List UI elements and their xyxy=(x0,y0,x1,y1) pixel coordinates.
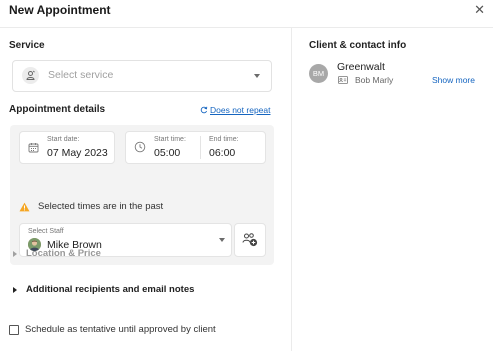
chevron-down-icon xyxy=(254,74,260,78)
start-time-field[interactable]: Start time: 05:00 xyxy=(126,132,200,163)
end-time-label: End time: xyxy=(209,136,239,143)
chevron-down-icon xyxy=(219,238,225,242)
client-contact: Bob Marly xyxy=(338,75,393,85)
appointment-details-panel: Start date: 07 May 2023 Start time: 05:0… xyxy=(10,125,274,265)
client-name[interactable]: Greenwalt xyxy=(337,61,385,73)
client-avatar: BM xyxy=(309,64,328,83)
close-icon[interactable]: ✕ xyxy=(474,3,485,17)
repeat-link[interactable]: Does not repeat xyxy=(200,105,270,115)
start-date-label: Start date: xyxy=(47,136,80,143)
start-date-value: 07 May 2023 xyxy=(47,147,108,159)
show-more-link[interactable]: Show more xyxy=(432,75,475,85)
warning-icon xyxy=(19,202,30,211)
chevron-right-icon xyxy=(13,286,17,293)
end-time-value: 06:00 xyxy=(209,147,236,159)
right-column: Client & contact info BM Greenwalt Bob M… xyxy=(292,28,493,351)
calendar-icon xyxy=(28,143,39,153)
tentative-checkbox[interactable] xyxy=(9,324,19,335)
recipients-label: Additional recipients and email notes xyxy=(26,284,195,295)
add-group-icon xyxy=(242,233,258,247)
start-date-field[interactable]: Start date: 07 May 2023 xyxy=(19,131,115,164)
repeat-link-label: Does not repeat xyxy=(210,105,271,115)
dialog-title: New Appointment xyxy=(9,3,111,17)
tentative-label: Schedule as tentative until approved by … xyxy=(25,324,216,335)
start-time-value: 05:00 xyxy=(154,147,181,159)
chevron-right-icon xyxy=(13,250,17,257)
dialog-header: New Appointment ✕ xyxy=(0,0,493,28)
tentative-checkbox-row[interactable]: Schedule as tentative until approved by … xyxy=(9,324,216,335)
client-section-label: Client & contact info xyxy=(309,40,407,51)
left-column: Service Select service Appointment detai… xyxy=(0,28,291,351)
service-placeholder: Select service xyxy=(48,69,114,81)
service-section-label: Service xyxy=(9,40,45,51)
time-range-field: Start time: 05:00 End time: 06:00 xyxy=(125,131,266,164)
staff-label: Select Staff xyxy=(28,228,64,235)
repeat-icon xyxy=(200,106,208,114)
service-select[interactable]: Select service xyxy=(12,60,272,92)
location-price-label: Location & Price xyxy=(26,248,101,259)
contact-card-icon xyxy=(338,76,348,84)
client-contact-name: Bob Marly xyxy=(355,75,394,85)
add-group-button[interactable] xyxy=(234,223,266,257)
past-time-warning: Selected times are in the past xyxy=(19,201,163,212)
recipients-toggle[interactable]: Additional recipients and email notes xyxy=(13,284,194,295)
service-icon xyxy=(22,67,39,84)
appointment-details-label: Appointment details xyxy=(9,104,106,115)
warning-text: Selected times are in the past xyxy=(38,201,164,212)
end-time-field[interactable]: End time: 06:00 xyxy=(201,132,265,163)
start-time-label: Start time: xyxy=(154,136,186,143)
location-price-toggle[interactable]: Location & Price xyxy=(13,248,101,259)
